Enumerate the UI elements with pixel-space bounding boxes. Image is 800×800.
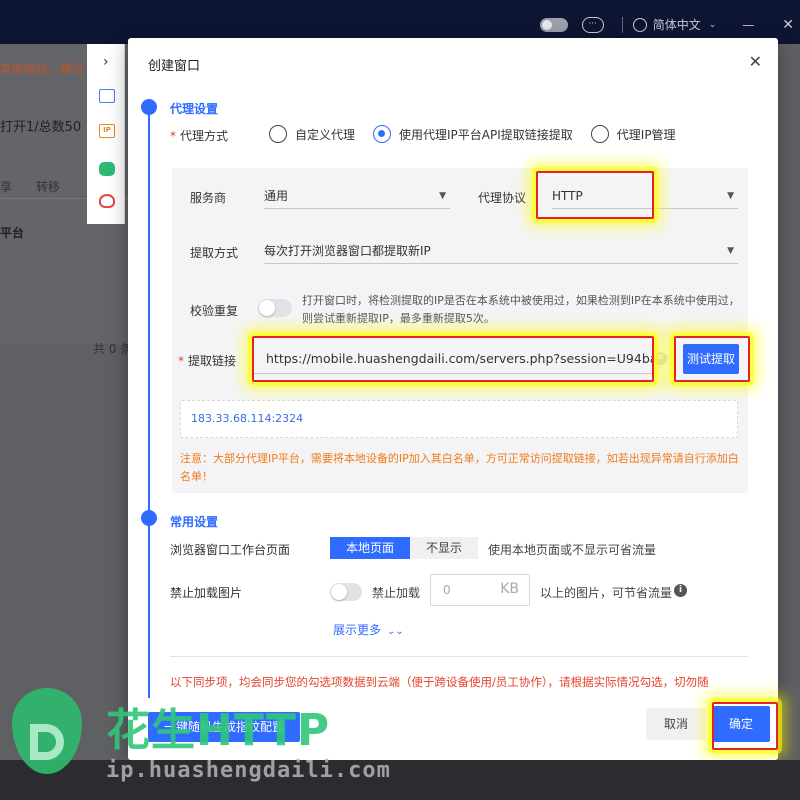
cancel-button[interactable]: 取消 xyxy=(646,708,706,740)
extract-mode-value: 每次打开浏览器窗口都提取新IP xyxy=(264,244,431,258)
section-timeline xyxy=(148,108,150,728)
protocol-label: 代理协议 xyxy=(478,191,527,205)
clear-icon[interactable]: ✕ xyxy=(654,352,667,365)
proxy-section-title: 代理设置 xyxy=(170,102,219,116)
vendor-value: 通用 xyxy=(264,189,289,203)
chat-icon[interactable]: ··· xyxy=(581,16,604,33)
minimize-button[interactable]: — xyxy=(742,18,754,32)
proxy-mode-label-text: 代理方式 xyxy=(180,129,229,143)
peanut-logo-icon xyxy=(8,688,92,784)
toggle-icon[interactable] xyxy=(99,162,115,176)
vendor-select[interactable]: 通用 ▼ xyxy=(264,183,450,209)
section-divider xyxy=(170,656,748,657)
create-window-dialog: 创建窗口 ✕ 代理设置 * 代理方式 自定义代理 使用代理IP平台API提取链接提… xyxy=(128,38,778,760)
image-size-description: 以上的图片，可节省流量 xyxy=(540,586,673,600)
extract-result: 183.33.68.114:2324 xyxy=(180,400,738,438)
radio-custom-proxy[interactable]: 自定义代理 xyxy=(269,125,355,143)
required-mark: * xyxy=(178,354,184,368)
caret-down-icon: ▼ xyxy=(439,191,446,201)
caret-down-icon: ▼ xyxy=(727,246,734,256)
watermark-url: ip.huashengdaili.com xyxy=(106,758,391,783)
link-label-text: 提取链接 xyxy=(188,354,237,368)
workbench-hide-option[interactable]: 不显示 xyxy=(410,537,479,559)
table-header-transfer: 转移 xyxy=(36,180,61,194)
image-block-toggle-label: 禁止加载 xyxy=(372,586,421,600)
radio-circle[interactable] xyxy=(373,125,392,143)
link-label: * 提取链接 xyxy=(178,352,236,369)
verify-label: 校验重复 xyxy=(190,304,239,318)
workbench-local-option[interactable]: 本地页面 xyxy=(330,537,411,559)
radio-api-extract[interactable]: 使用代理IP平台API提取链接提取 xyxy=(373,125,573,143)
timeline-dot xyxy=(141,99,157,115)
opened-count: 打开1/总数50 xyxy=(0,120,82,135)
radio-label: 代理IP管理 xyxy=(616,127,676,142)
image-block-label: 禁止加载图片 xyxy=(170,586,243,600)
caret-down-icon: ▼ xyxy=(727,191,734,201)
chevron-right-icon[interactable]: › xyxy=(103,54,119,70)
table-cell-platform: 平台 xyxy=(0,226,25,240)
window-close-button[interactable]: ✕ xyxy=(782,17,794,33)
proxy-mode-label: * 代理方式 xyxy=(170,127,228,144)
required-mark: * xyxy=(170,129,176,143)
topbar-controls: ··· 简体中文 ⌄ — ✕ xyxy=(539,16,794,33)
fingerprint-icon[interactable] xyxy=(99,194,115,208)
radio-circle[interactable] xyxy=(269,125,287,143)
show-more-link[interactable]: 展示更多 ⌄⌄ xyxy=(333,621,404,638)
common-section-title: 常用设置 xyxy=(170,515,219,529)
workbench-label: 浏览器窗口工作台页面 xyxy=(170,543,291,557)
background-warning: 其他指纹，建议 xyxy=(0,62,85,76)
theme-toggle[interactable] xyxy=(539,17,568,32)
proxy-config-panel xyxy=(172,168,748,493)
radio-proxy-manage[interactable]: 代理IP管理 xyxy=(590,125,676,143)
dialog-title: 创建窗口 xyxy=(148,59,201,74)
chevron-down-icon[interactable]: ⌄ xyxy=(709,20,717,30)
radio-label: 自定义代理 xyxy=(295,127,356,142)
globe-icon xyxy=(632,17,647,32)
confirm-button[interactable]: 确定 xyxy=(712,706,770,742)
workbench-description: 使用本地页面或不显示可省流量 xyxy=(488,543,657,557)
table-header-share: 享 xyxy=(0,180,13,194)
image-size-input[interactable]: 0 KB xyxy=(430,574,530,606)
topbar-divider xyxy=(621,16,623,33)
workbench-segmented-control: 本地页面 不显示 xyxy=(330,537,479,559)
sync-note: 以下同步项，均会同步您的勾选项数据到云端（便于跨设备使用/员工协作），请根据实际… xyxy=(170,675,709,689)
close-icon[interactable]: ✕ xyxy=(749,52,762,71)
image-block-toggle[interactable] xyxy=(330,583,362,601)
show-more-label: 展示更多 xyxy=(333,623,382,637)
proxy-mode-radios: 自定义代理 使用代理IP平台API提取链接提取 代理IP管理 xyxy=(269,125,694,143)
image-size-value: 0 xyxy=(443,583,451,597)
protocol-value: HTTP xyxy=(552,189,583,203)
timeline-dot xyxy=(141,510,157,526)
whitelist-note: 注意：大部分代理IP平台，需要将本地设备的IP加入其白名单，方可正常访问提取链接… xyxy=(180,452,739,483)
table-total: 共 0 条 xyxy=(93,342,133,356)
verify-toggle[interactable] xyxy=(258,299,292,317)
extract-link-input[interactable]: https://mobile.huashengdaili.com/servers… xyxy=(254,344,654,374)
verify-description: 打开窗口时，将检测提取的IP是否在本系统中被使用过，如果检测到IP在本系统中使用… xyxy=(302,294,740,325)
test-extract-button[interactable]: 测试提取 xyxy=(683,344,739,374)
side-toolbar: › IP xyxy=(87,44,125,224)
language-selector[interactable]: 简体中文 xyxy=(653,16,701,33)
image-size-unit: KB xyxy=(500,581,519,597)
info-icon[interactable]: i xyxy=(674,584,687,597)
double-chevron-down-icon: ⌄⌄ xyxy=(387,626,404,637)
watermark-title: 花生HTTP xyxy=(106,705,331,756)
vendor-label: 服务商 xyxy=(190,191,227,205)
ip-icon[interactable]: IP xyxy=(99,124,115,138)
extract-mode-select[interactable]: 每次打开浏览器窗口都提取新IP ▼ xyxy=(264,238,738,264)
radio-label: 使用代理IP平台API提取链接提取 xyxy=(399,127,573,142)
protocol-select[interactable]: HTTP ▼ xyxy=(552,183,738,209)
extract-mode-label: 提取方式 xyxy=(190,246,239,260)
radio-circle[interactable] xyxy=(590,125,609,143)
monitor-icon[interactable] xyxy=(99,89,115,103)
